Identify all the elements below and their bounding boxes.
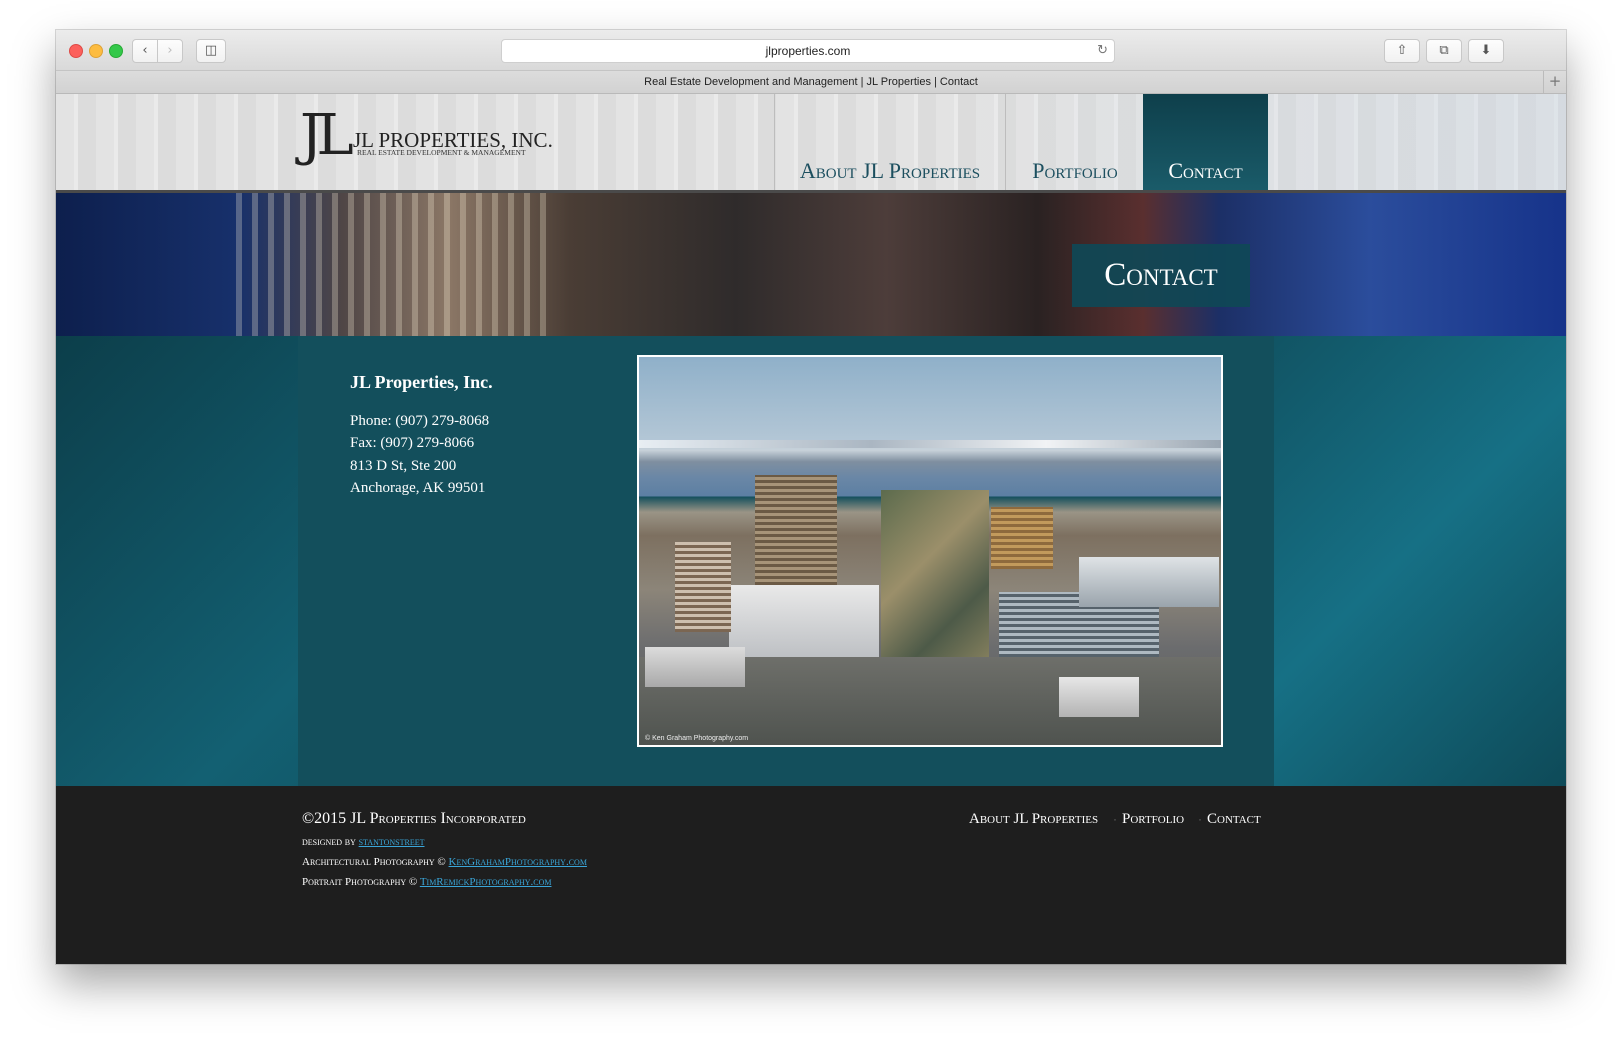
web-page: JL JL PROPERTIES, INC. REAL ESTATE DEVEL… — [56, 94, 1566, 964]
photo-building — [881, 490, 989, 670]
hero-banner: Contact — [56, 193, 1566, 336]
logo-mark: JL — [300, 103, 354, 168]
browser-toolbar: ‹ › ◫ jlproperties.com ↻ ⇧ ⧉ ⬇ — [56, 30, 1566, 71]
photo-building — [991, 507, 1053, 569]
nav-portfolio[interactable]: Portfolio — [1005, 94, 1144, 190]
fax-number: Fax: (907) 279-8066 — [350, 435, 475, 451]
footer-nav-about[interactable]: About JL Properties — [969, 811, 1098, 828]
forward-button[interactable]: › — [157, 39, 183, 63]
portrait-link[interactable]: TimRemickPhotography.com — [420, 876, 552, 888]
street-address: 813 D St, Ste 200 — [350, 458, 457, 474]
photo-building — [755, 475, 837, 585]
designer-link[interactable]: stantonstreet — [359, 836, 425, 848]
phone-number: Phone: (907) 279-8068 — [350, 413, 490, 429]
sidebar-icon: ◫ — [204, 43, 218, 58]
mountain-range — [639, 440, 1221, 448]
download-icon: ⬇ — [1480, 43, 1492, 58]
designer-label: designed by — [302, 836, 356, 848]
logo-tagline: REAL ESTATE DEVELOPMENT & MANAGEMENT — [357, 148, 526, 157]
photo-building — [675, 542, 731, 632]
back-icon: ‹ — [142, 43, 148, 58]
company-name: JL Properties, Inc. — [350, 372, 493, 392]
main-content: JL Properties, Inc. Phone: (907) 279-806… — [56, 336, 1566, 786]
city-address: Anchorage, AK 99501 — [350, 480, 486, 496]
photo-building — [729, 585, 879, 665]
new-tab-button[interactable]: + — [1543, 71, 1566, 93]
share-icon: ⇧ — [1396, 43, 1408, 58]
minimize-window-button[interactable] — [89, 44, 103, 58]
photo-building — [1079, 557, 1219, 607]
forward-icon: › — [167, 43, 173, 58]
contact-panel: JL Properties, Inc. Phone: (907) 279-806… — [298, 336, 1274, 786]
architectural-link[interactable]: KenGrahamPhotography.com — [449, 856, 587, 868]
portrait-credit: Portrait Photography © TimRemickPhotogra… — [302, 876, 552, 888]
architectural-credit: Architectural Photography © KenGrahamPho… — [302, 856, 587, 868]
zoom-window-button[interactable] — [109, 44, 123, 58]
nav-contact[interactable]: Contact — [1143, 94, 1268, 190]
address-bar[interactable]: jlproperties.com ↻ — [501, 39, 1115, 63]
back-button[interactable]: ‹ — [132, 39, 158, 63]
footer-nav-separator: · — [1198, 812, 1202, 826]
banner-title: Contact — [1072, 244, 1250, 307]
footer-nav-separator: · — [1113, 812, 1117, 826]
url-text: jlproperties.com — [765, 44, 851, 58]
nav-about[interactable]: About JL Properties — [774, 94, 1005, 190]
portrait-label: Portrait Photography © — [302, 876, 418, 888]
browser-window: ‹ › ◫ jlproperties.com ↻ ⇧ ⧉ ⬇ Real Esta… — [56, 30, 1566, 964]
tab-title[interactable]: Real Estate Development and Management |… — [644, 76, 978, 88]
downloads-button[interactable]: ⬇ — [1468, 39, 1504, 63]
tabs-overview-button[interactable]: ⧉ — [1426, 39, 1462, 63]
share-button[interactable]: ⇧ — [1384, 39, 1420, 63]
tab-bar: Real Estate Development and Management |… — [56, 71, 1566, 94]
site-footer: ©2015 JL Properties Incorporated designe… — [56, 786, 1566, 964]
copyright-text: ©2015 JL Properties Incorporated — [302, 810, 526, 827]
banner-building-lights — [236, 193, 556, 336]
photo-building — [645, 647, 745, 687]
photo-building — [1059, 677, 1139, 717]
site-header: JL JL PROPERTIES, INC. REAL ESTATE DEVEL… — [56, 94, 1566, 193]
designer-credit: designed by stantonstreet — [302, 836, 425, 848]
anchorage-skyline-photo: © Ken Graham Photography.com — [637, 355, 1223, 747]
photo-credit: © Ken Graham Photography.com — [645, 735, 749, 742]
reload-icon[interactable]: ↻ — [1097, 40, 1108, 62]
footer-nav-portfolio[interactable]: Portfolio — [1122, 811, 1184, 828]
sidebar-button[interactable]: ◫ — [196, 39, 226, 63]
architectural-label: Architectural Photography © — [302, 856, 446, 868]
footer-nav-contact[interactable]: Contact — [1207, 811, 1261, 828]
new-tab-icon: + — [1548, 72, 1562, 90]
tabs-icon: ⧉ — [1439, 43, 1449, 58]
close-window-button[interactable] — [69, 44, 83, 58]
